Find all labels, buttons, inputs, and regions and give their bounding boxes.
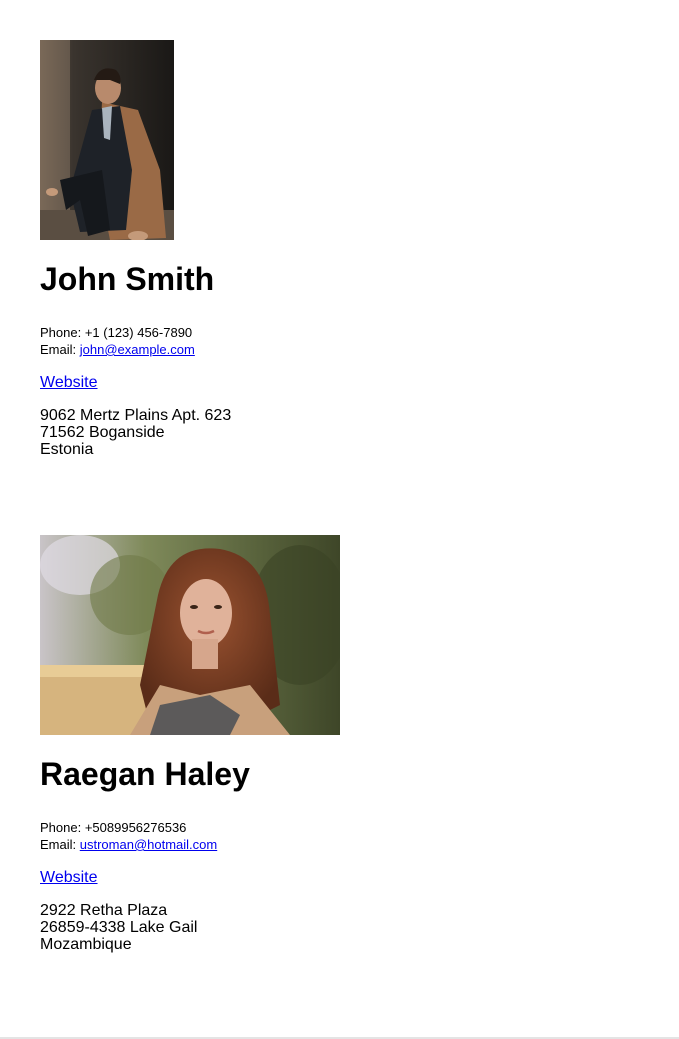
email-line: Email: ustroman@hotmail.com — [40, 836, 340, 853]
address-country: Mozambique — [40, 936, 132, 953]
profile-card: Raegan Haley Phone: +5089956276536 Email… — [40, 535, 340, 953]
woman-portrait-image — [40, 535, 340, 735]
email-line: Email: john@example.com — [40, 341, 231, 358]
website-line: Website — [40, 869, 340, 887]
address-country: Estonia — [40, 441, 94, 458]
website-line: Website — [40, 374, 231, 392]
address-city: 26859-4338 Lake Gail — [40, 919, 198, 936]
profile-card: John Smith Phone: +1 (123) 456-7890 Emai… — [40, 40, 231, 458]
profile-photo — [40, 535, 340, 735]
postal-address: 9062 Mertz Plains Apt. 623 71562 Bogansi… — [40, 407, 231, 458]
phone-line: Phone: +1 (123) 456-7890 — [40, 324, 231, 341]
man-portrait-image — [40, 40, 174, 240]
website-link[interactable]: Website — [40, 374, 98, 391]
phone-number: +5089956276536 — [84, 820, 187, 835]
contact-info: Phone: +5089956276536 Email: ustroman@ho… — [40, 819, 340, 853]
email-link[interactable]: ustroman@hotmail.com — [80, 837, 217, 852]
address-street: 9062 Mertz Plains Apt. 623 — [40, 407, 232, 424]
person-name: Raegan Haley — [40, 756, 250, 792]
phone-line: Phone: +5089956276536 — [40, 819, 340, 836]
person-name: John Smith — [40, 261, 215, 297]
address-city: 71562 Boganside — [40, 424, 165, 441]
phone-label: Phone: — [40, 325, 82, 340]
postal-address: 2922 Retha Plaza 26859-4338 Lake Gail Mo… — [40, 902, 340, 953]
phone-label: Phone: — [40, 820, 82, 835]
email-label: Email: — [40, 342, 77, 357]
email-link[interactable]: john@example.com — [80, 342, 195, 357]
email-label: Email: — [40, 837, 77, 852]
profile-photo — [40, 40, 174, 240]
website-link[interactable]: Website — [40, 869, 98, 886]
contact-info: Phone: +1 (123) 456-7890 Email: john@exa… — [40, 324, 231, 358]
address-street: 2922 Retha Plaza — [40, 902, 168, 919]
phone-number: +1 (123) 456-7890 — [84, 325, 193, 340]
